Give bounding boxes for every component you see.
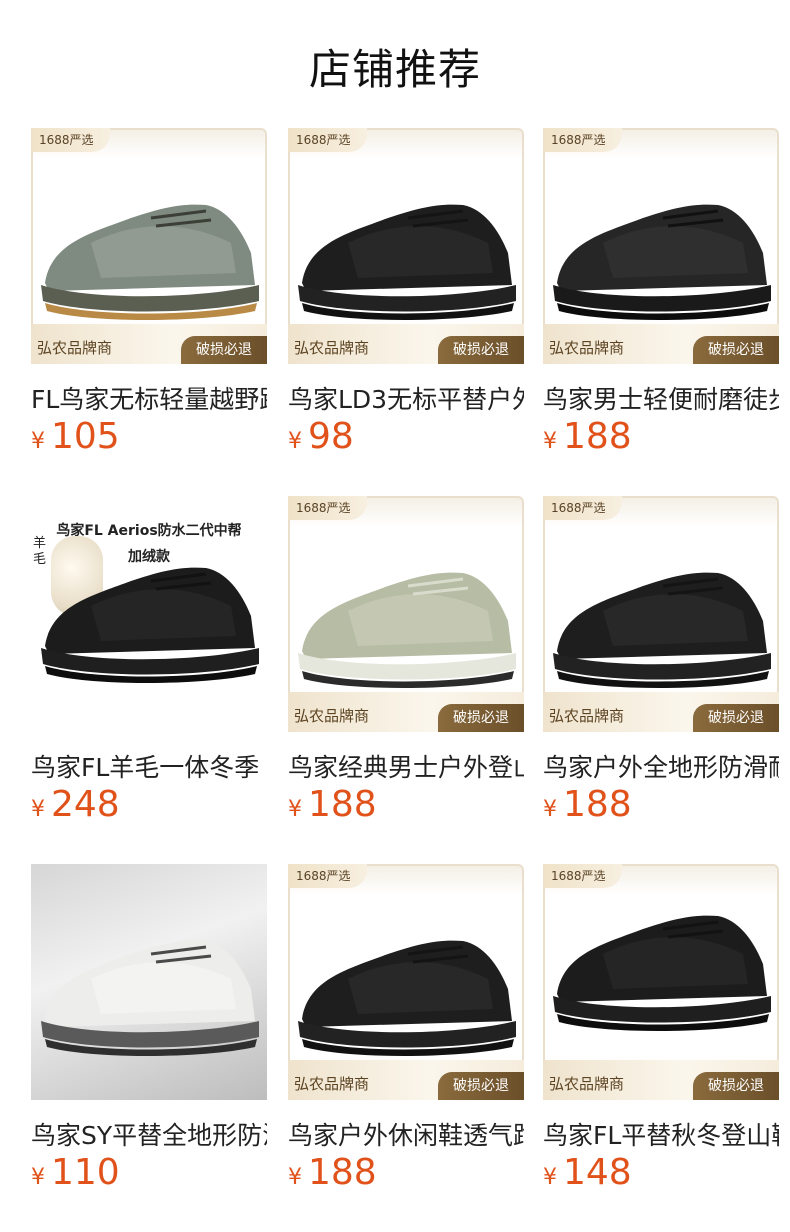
product-image[interactable]: 1688严选 弘农品牌商 破损必退: [31, 128, 267, 364]
product-name[interactable]: FL鸟家无标轻量越野跑: [31, 380, 267, 416]
price-value: 188: [308, 784, 377, 825]
shoe-image: [41, 567, 259, 683]
product-card[interactable]: 1688严选 弘农品牌商 破损必退 鸟家经典男士户外登山 ¥188: [288, 496, 524, 836]
price-value: 98: [308, 416, 354, 457]
currency-symbol: ¥: [31, 429, 45, 454]
product-grid: 1688严选 弘农品牌商 破损必退 FL鸟家无标轻量越野跑 ¥105 1688严…: [0, 0, 790, 1232]
currency-symbol: ¥: [288, 1165, 302, 1190]
badge-1688: 1688严选: [543, 496, 622, 520]
product-card[interactable]: 鸟家FL Aerios防水二代中帮 加绒款 羊毛 鸟家FL羊毛一体冬季 ¥248: [31, 496, 267, 836]
guarantee-badge: 破损必退: [438, 336, 524, 364]
product-image[interactable]: 1688严选 弘农品牌商 破损必退: [288, 128, 524, 364]
price-value: 188: [563, 784, 632, 825]
currency-symbol: ¥: [288, 429, 302, 454]
product-name[interactable]: 鸟家男士轻便耐磨徒步: [543, 380, 779, 416]
currency-symbol: ¥: [543, 429, 557, 454]
product-name[interactable]: 鸟家经典男士户外登山: [288, 748, 524, 784]
product-price: ¥188: [288, 784, 377, 825]
price-value: 105: [51, 416, 120, 457]
currency-symbol: ¥: [31, 1165, 45, 1190]
product-image[interactable]: 1688严选 弘农品牌商 破损必退: [543, 496, 779, 732]
product-price: ¥188: [543, 416, 632, 457]
product-image[interactable]: 1688严选 弘农品牌商 破损必退: [288, 496, 524, 732]
badge-1688: 1688严选: [31, 128, 110, 152]
product-price: ¥110: [31, 1152, 120, 1193]
product-price: ¥248: [31, 784, 120, 825]
currency-symbol: ¥: [543, 1165, 557, 1190]
guarantee-badge: 破损必退: [438, 704, 524, 732]
product-name[interactable]: 鸟家户外休闲鞋透气跑: [288, 1116, 524, 1152]
product-name[interactable]: 鸟家户外全地形防滑耐: [543, 748, 779, 784]
product-price: ¥188: [288, 1152, 377, 1193]
store-label: 弘农品牌商: [294, 339, 370, 357]
store-label: 弘农品牌商: [294, 707, 370, 725]
shoe-image: [41, 940, 259, 1056]
product-image[interactable]: 1688严选 弘农品牌商 破损必退: [543, 864, 779, 1100]
store-label: 弘农品牌商: [549, 1075, 625, 1093]
store-label: 弘农品牌商: [549, 707, 625, 725]
product-image[interactable]: 1688严选 弘农品牌商 破损必退: [288, 864, 524, 1100]
price-value: 188: [563, 416, 632, 457]
product-price: ¥188: [543, 784, 632, 825]
currency-symbol: ¥: [543, 797, 557, 822]
currency-symbol: ¥: [288, 797, 302, 822]
product-image[interactable]: 鸟家FL Aerios防水二代中帮 加绒款 羊毛: [31, 496, 267, 732]
guarantee-badge: 破损必退: [181, 336, 267, 364]
product-price: ¥98: [288, 416, 354, 457]
product-price: ¥105: [31, 416, 120, 457]
price-value: 148: [563, 1152, 632, 1193]
product-card[interactable]: 1688严选 弘农品牌商 破损必退 鸟家LD3无标平替户外 ¥98: [288, 128, 524, 468]
guarantee-badge: 破损必退: [693, 1072, 779, 1100]
product-card[interactable]: 1688严选 弘农品牌商 破损必退 鸟家男士轻便耐磨徒步 ¥188: [543, 128, 779, 468]
product-name[interactable]: 鸟家LD3无标平替户外: [288, 380, 524, 416]
price-value: 248: [51, 784, 120, 825]
product-image[interactable]: [31, 864, 267, 1100]
product-name[interactable]: 鸟家FL平替秋冬登山鞋: [543, 1116, 779, 1152]
product-image[interactable]: 1688严选 弘农品牌商 破损必退: [543, 128, 779, 364]
product-card[interactable]: 1688严选 弘农品牌商 破损必退 FL鸟家无标轻量越野跑 ¥105: [31, 128, 267, 468]
product-price: ¥148: [543, 1152, 632, 1193]
badge-1688: 1688严选: [543, 128, 622, 152]
price-value: 188: [308, 1152, 377, 1193]
product-card[interactable]: 1688严选 弘农品牌商 破损必退 鸟家户外全地形防滑耐 ¥188: [543, 496, 779, 836]
badge-1688: 1688严选: [543, 864, 622, 888]
product-name[interactable]: 鸟家FL羊毛一体冬季: [31, 748, 267, 784]
badge-1688: 1688严选: [288, 864, 367, 888]
product-card[interactable]: 鸟家SY平替全地形防滑 ¥110: [31, 864, 267, 1204]
badge-1688: 1688严选: [288, 496, 367, 520]
price-value: 110: [51, 1152, 120, 1193]
guarantee-badge: 破损必退: [438, 1072, 524, 1100]
guarantee-badge: 破损必退: [693, 336, 779, 364]
store-label: 弘农品牌商: [294, 1075, 370, 1093]
product-name[interactable]: 鸟家SY平替全地形防滑: [31, 1116, 267, 1152]
store-label: 弘农品牌商: [37, 339, 113, 357]
currency-symbol: ¥: [31, 797, 45, 822]
product-card[interactable]: 1688严选 弘农品牌商 破损必退 鸟家户外休闲鞋透气跑 ¥188: [288, 864, 524, 1204]
product-card[interactable]: 1688严选 弘农品牌商 破损必退 鸟家FL平替秋冬登山鞋 ¥148: [543, 864, 779, 1204]
badge-1688: 1688严选: [288, 128, 367, 152]
store-label: 弘农品牌商: [549, 339, 625, 357]
guarantee-badge: 破损必退: [693, 704, 779, 732]
